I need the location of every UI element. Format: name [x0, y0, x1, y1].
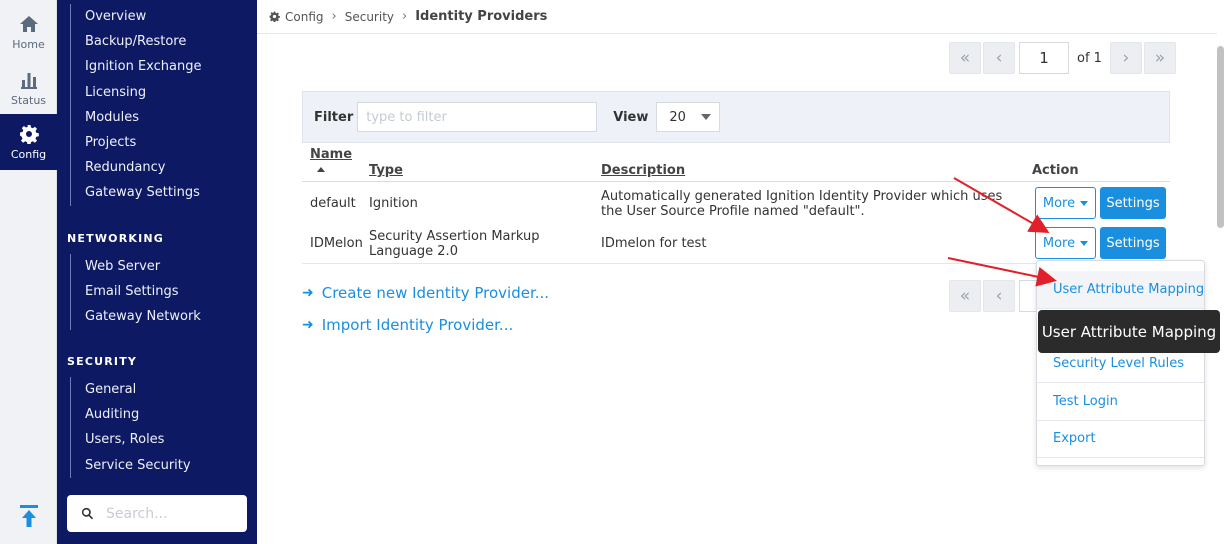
- first-page-button[interactable]: «: [949, 42, 981, 74]
- nav-group-system: Overview Backup/Restore Ignition Exchang…: [70, 4, 202, 206]
- security-heading: SECURITY: [67, 355, 138, 368]
- column-header-name[interactable]: Name: [310, 147, 352, 162]
- gear-icon: [19, 124, 39, 144]
- caret-down-icon: [701, 114, 712, 120]
- import-identity-provider-link[interactable]: ➜ Import Identity Provider...: [302, 316, 513, 334]
- sidebar-item-redundancy[interactable]: Redundancy: [71, 155, 202, 180]
- row-idmelon-description: IDmelon for test: [601, 236, 707, 251]
- rail-home[interactable]: Home: [0, 4, 57, 60]
- rail-status[interactable]: Status: [0, 60, 57, 116]
- last-page-button[interactable]: »: [1143, 42, 1176, 74]
- sidebar-search-input[interactable]: [106, 505, 236, 522]
- view-count-select[interactable]: 20: [656, 102, 721, 132]
- chevron-right-icon: ›: [402, 9, 408, 24]
- scrollbar[interactable]: [1217, 46, 1224, 228]
- sidebar-item-gateway-settings[interactable]: Gateway Settings: [71, 180, 202, 205]
- row-idmelon-name: IDMelon: [310, 236, 363, 251]
- view-count-value: 20: [669, 109, 686, 125]
- icon-rail: Home Status Config: [0, 0, 57, 544]
- sidebar-item-users-roles[interactable]: Users, Roles: [71, 427, 191, 452]
- row-idmelon-type: Security Assertion Markup Language 2.0: [369, 229, 540, 259]
- row-default-description: Automatically generated Ignition Identit…: [601, 189, 1003, 219]
- column-header-type[interactable]: Type: [369, 163, 403, 178]
- sidebar-item-ignition-exchange[interactable]: Ignition Exchange: [71, 54, 202, 79]
- home-icon: [19, 15, 38, 32]
- next-page-button[interactable]: ›: [1109, 42, 1142, 74]
- rail-config-label: Config: [10, 147, 47, 161]
- filter-bar: Filter View 20: [302, 91, 1170, 143]
- sidebar-item-gateway-network[interactable]: Gateway Network: [71, 304, 201, 329]
- breadcrumb-current: Identity Providers: [415, 9, 548, 24]
- pager-top: « ‹ of 1 › »: [949, 42, 1178, 74]
- sidebar-item-backup-restore[interactable]: Backup/Restore: [71, 29, 202, 54]
- row-default-name: default: [310, 196, 356, 211]
- arrow-right-icon: ➜: [302, 317, 314, 333]
- collapse-up-icon[interactable]: [18, 504, 40, 528]
- sidebar-item-web-server[interactable]: Web Server: [71, 254, 201, 279]
- tooltip: User Attribute Mapping: [1038, 310, 1220, 353]
- sidebar-item-overview[interactable]: Overview: [71, 4, 202, 29]
- more-button-default[interactable]: More: [1035, 187, 1096, 219]
- bar-chart-icon: [20, 72, 37, 89]
- sidebar-item-modules[interactable]: Modules: [71, 105, 202, 130]
- config-sidebar: Overview Backup/Restore Ignition Exchang…: [57, 0, 257, 544]
- more-actions-dropdown: User Attribute Mapping Security Level Ru…: [1036, 260, 1205, 466]
- view-label: View: [613, 109, 649, 125]
- caret-down-icon: [1080, 200, 1089, 206]
- sidebar-search: [67, 495, 247, 532]
- main-content: Config › Security › Identity Providers «…: [257, 0, 1224, 544]
- page-number-input[interactable]: [1019, 42, 1069, 74]
- arrow-right-icon: ➜: [302, 285, 314, 301]
- search-icon: [81, 507, 94, 520]
- settings-button-idmelon[interactable]: Settings: [1100, 227, 1166, 259]
- nav-group-security: General Auditing Users, Roles Service Se…: [70, 377, 191, 478]
- breadcrumb: Config › Security › Identity Providers: [257, 0, 1217, 34]
- chevron-right-icon: ›: [331, 9, 337, 24]
- sidebar-item-licensing[interactable]: Licensing: [71, 80, 202, 105]
- column-header-description[interactable]: Description: [601, 163, 685, 178]
- sidebar-item-projects[interactable]: Projects: [71, 130, 202, 155]
- header-divider: [302, 181, 1170, 182]
- prev-page-button[interactable]: ‹: [983, 280, 1015, 312]
- menu-item-user-attribute-mapping[interactable]: User Attribute Mapping: [1037, 271, 1204, 309]
- first-page-button[interactable]: «: [949, 280, 981, 312]
- filter-input[interactable]: [357, 102, 598, 132]
- breadcrumb-config[interactable]: Config: [285, 10, 324, 24]
- menu-item-test-login[interactable]: Test Login: [1037, 383, 1204, 421]
- caret-down-icon: [1080, 240, 1089, 246]
- sidebar-item-email-settings[interactable]: Email Settings: [71, 279, 201, 304]
- rail-home-label: Home: [12, 37, 45, 51]
- sidebar-item-auditing[interactable]: Auditing: [71, 402, 191, 427]
- breadcrumb-security[interactable]: Security: [345, 10, 394, 24]
- sidebar-item-general[interactable]: General: [71, 377, 191, 402]
- nav-group-networking: Web Server Email Settings Gateway Networ…: [70, 254, 201, 330]
- page-count: of 1: [1077, 50, 1102, 66]
- menu-item-export[interactable]: Export: [1037, 420, 1204, 458]
- prev-page-button[interactable]: ‹: [983, 42, 1015, 74]
- row-default-type: Ignition: [369, 196, 418, 211]
- networking-heading: NETWORKING: [67, 232, 165, 245]
- filter-label: Filter: [314, 109, 354, 125]
- more-button-idmelon[interactable]: More: [1035, 227, 1096, 259]
- sort-ascending-icon: [317, 167, 325, 172]
- column-header-action: Action: [1032, 163, 1079, 178]
- gear-icon: [269, 11, 280, 22]
- create-identity-provider-link[interactable]: ➜ Create new Identity Provider...: [302, 284, 549, 302]
- rail-config[interactable]: Config: [0, 114, 57, 170]
- settings-button-default[interactable]: Settings: [1100, 187, 1166, 219]
- sidebar-item-service-security[interactable]: Service Security: [71, 453, 191, 478]
- rail-status-label: Status: [10, 93, 47, 107]
